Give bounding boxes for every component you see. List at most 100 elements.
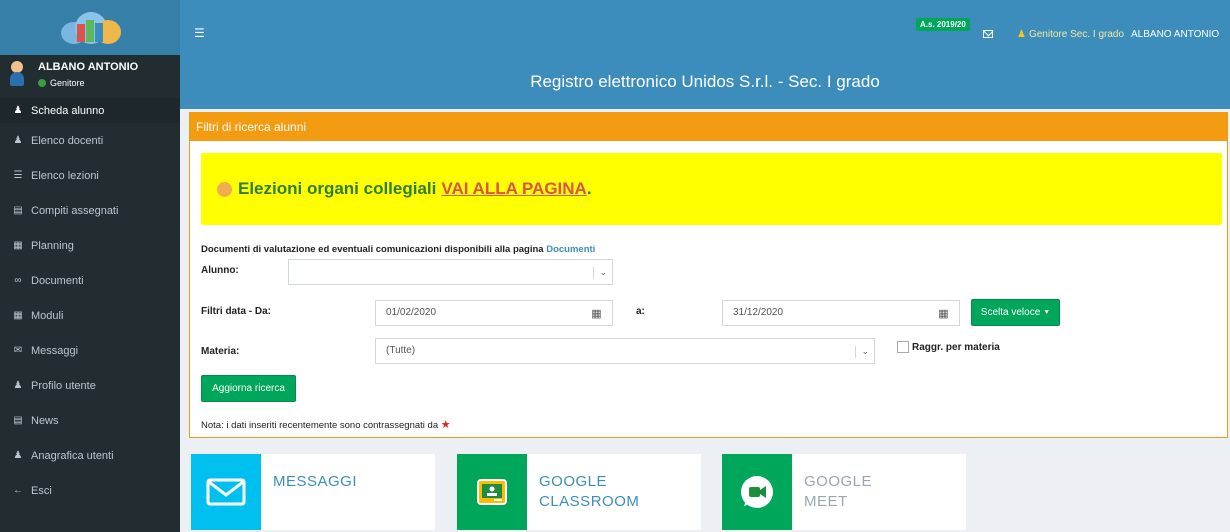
envelope-icon: ✉ <box>13 345 23 356</box>
sidebar-item-esci[interactable]: ← Esci <box>0 473 180 508</box>
top-navbar: ☰ A.s. 2019/20 ♟ Genitore Sec. I grado AL… <box>180 0 1230 55</box>
sidebar-user-name: ALBANO ANTONIO <box>38 61 139 73</box>
sidebar-item-planning[interactable]: ▦ Planning <box>0 228 180 263</box>
sidebar-item-label: Messaggi <box>31 344 79 357</box>
sidebar-item-messaggi[interactable]: ✉ Messaggi <box>0 333 180 368</box>
student-select[interactable]: ⌄ <box>288 259 613 285</box>
tile-line1: MESSAGGI <box>273 473 358 490</box>
list-icon: ☰ <box>13 170 23 181</box>
circle-icon <box>217 181 232 197</box>
sidebar-item-label: Elenco docenti <box>31 134 104 147</box>
sidebar-item-moduli[interactable]: ▦ Moduli <box>0 298 180 333</box>
calendar-icon[interactable]: ▦ <box>581 300 613 326</box>
child-icon: ♟ <box>13 105 23 116</box>
envelope-icon[interactable] <box>983 30 993 38</box>
sidebar-item-elenco-lezioni[interactable]: ☰ Elenco lezioni <box>0 158 180 193</box>
sidebar-item-label: Documenti <box>31 274 84 287</box>
date-from-input[interactable]: 01/02/2020 <box>375 300 598 326</box>
star-icon: ★ <box>440 419 451 431</box>
online-status-icon <box>38 79 46 87</box>
date-to-input[interactable]: 31/12/2020 <box>722 300 944 326</box>
tile-label: MESSAGGI <box>261 454 357 530</box>
tile-label: GOOGLE MEET <box>792 454 872 530</box>
user-menu[interactable]: ALBANO ANTONIO <box>1131 29 1219 40</box>
tile-messaggi[interactable]: MESSAGGI <box>191 454 435 530</box>
user-role-label: Genitore <box>50 78 85 88</box>
sidebar-item-scheda-alunno[interactable]: ♟ Scheda alunno <box>0 98 180 123</box>
subject-select[interactable]: (Tutte) ⌄ <box>375 338 875 364</box>
sidebar-item-label: Scheda alunno <box>31 104 105 117</box>
google-classroom-icon <box>457 454 527 530</box>
arrow-left-icon: ← <box>13 485 23 496</box>
date-from-label: Filtri data - Da: <box>201 306 272 317</box>
subject-label: Materia: <box>201 346 240 357</box>
filter-panel: Filtri di ricerca alunni Elezioni organi… <box>189 112 1228 438</box>
date-to-value: 31/12/2020 <box>733 307 784 318</box>
sidebar-item-label: Moduli <box>31 309 64 322</box>
group-by-subject-checkbox[interactable] <box>897 341 909 353</box>
user-icon: ♟ <box>1017 29 1026 40</box>
tile-google-meet[interactable]: GOOGLE MEET <box>722 454 966 530</box>
elections-alert: Elezioni organi collegiali VAI ALLA PAGI… <box>201 153 1222 225</box>
sidebar-item-label: Compiti assegnati <box>31 204 119 217</box>
tile-google-classroom[interactable]: GOOGLE CLASSROOM <box>457 454 701 530</box>
sidebar-item-anagrafica-utenti[interactable]: ♟ Anagrafica utenti <box>0 438 180 473</box>
group-icon: ♟ <box>13 135 23 146</box>
page-title: Registro elettronico Unidos S.r.l. - Sec… <box>180 55 1230 109</box>
user-icon: ♟ <box>13 380 23 391</box>
envelope-icon <box>191 454 261 530</box>
sidebar-item-label: Elenco lezioni <box>31 169 99 182</box>
alert-end: . <box>586 179 592 198</box>
tile-line2: CLASSROOM <box>539 493 640 510</box>
chevron-down-icon: ⌄ <box>855 346 869 358</box>
sidebar-item-label: Esci <box>31 484 52 497</box>
quick-choice-label: Scelta veloce <box>980 307 1041 318</box>
form-icon: ▦ <box>13 310 23 321</box>
tile-label: GOOGLE CLASSROOM <box>527 454 639 530</box>
tile-line2: MEET <box>804 493 848 510</box>
calendar-icon: ▦ <box>13 240 23 251</box>
calendar-icon[interactable]: ▦ <box>928 300 960 326</box>
sidebar-user-role: Genitore <box>38 78 138 88</box>
newspaper-icon: ▤ <box>13 415 23 426</box>
group-icon: ♟ <box>13 450 23 461</box>
documents-note: Documenti di valutazione ed eventuali co… <box>201 244 595 255</box>
google-meet-icon <box>722 454 792 530</box>
panel-title: Filtri di ricerca alunni <box>190 113 1227 141</box>
cloud-books-logo-icon <box>55 10 125 46</box>
paperclip-icon: ∞ <box>14 275 22 286</box>
student-label: Alunno: <box>201 265 239 276</box>
hamburger-menu-icon[interactable]: ☰ <box>194 26 205 40</box>
documents-link[interactable]: Documenti <box>546 244 595 255</box>
document-icon: ▤ <box>13 205 23 216</box>
sidebar-item-news[interactable]: ▤ News <box>0 403 180 438</box>
sidebar-item-label: Profilo utente <box>31 379 96 392</box>
role-label: Genitore Sec. I grado <box>1028 29 1125 40</box>
alert-text: Elezioni organi collegiali <box>238 179 437 198</box>
recent-data-note: Nota: i dati inseriti recentemente sono … <box>201 418 451 431</box>
sidebar-item-label: News <box>31 414 59 427</box>
date-to-label: a: <box>636 306 645 317</box>
documents-note-text: Documenti di valutazione ed eventuali co… <box>201 244 544 255</box>
sidebar-item-label: Anagrafica utenti <box>31 449 114 462</box>
alert-link[interactable]: VAI ALLA PAGINA <box>441 179 586 199</box>
tile-line1: GOOGLE <box>539 473 608 490</box>
subject-value: (Tutte) <box>386 345 416 356</box>
tile-line1: GOOGLE <box>804 473 873 490</box>
group-by-subject-label: Raggr. per materia <box>912 342 1000 353</box>
avatar <box>10 61 24 87</box>
sidebar-item-documenti[interactable]: ∞ Documenti <box>0 263 180 298</box>
sidebar-item-elenco-docenti[interactable]: ♟ Elenco docenti <box>0 123 180 158</box>
user-panel: ALBANO ANTONIO Genitore <box>0 55 180 98</box>
sidebar-item-compiti-assegnati[interactable]: ▤ Compiti assegnati <box>0 193 180 228</box>
note-text: Nota: i dati inseriti recentemente sono … <box>201 420 439 431</box>
chevron-down-icon: ⌄ <box>593 267 607 279</box>
caret-down-icon: ▼ <box>1043 309 1051 316</box>
role-menu[interactable]: ♟ Genitore Sec. I grado <box>1017 29 1124 40</box>
quick-choice-button[interactable]: Scelta veloce ▼ <box>971 299 1060 326</box>
logo[interactable] <box>0 0 180 55</box>
refresh-search-button[interactable]: Aggiorna ricerca <box>201 375 296 402</box>
sidebar: ALBANO ANTONIO Genitore ♟ Scheda alunno … <box>0 0 180 532</box>
sidebar-item-label: Planning <box>31 239 74 252</box>
sidebar-item-profilo-utente[interactable]: ♟ Profilo utente <box>0 368 180 403</box>
